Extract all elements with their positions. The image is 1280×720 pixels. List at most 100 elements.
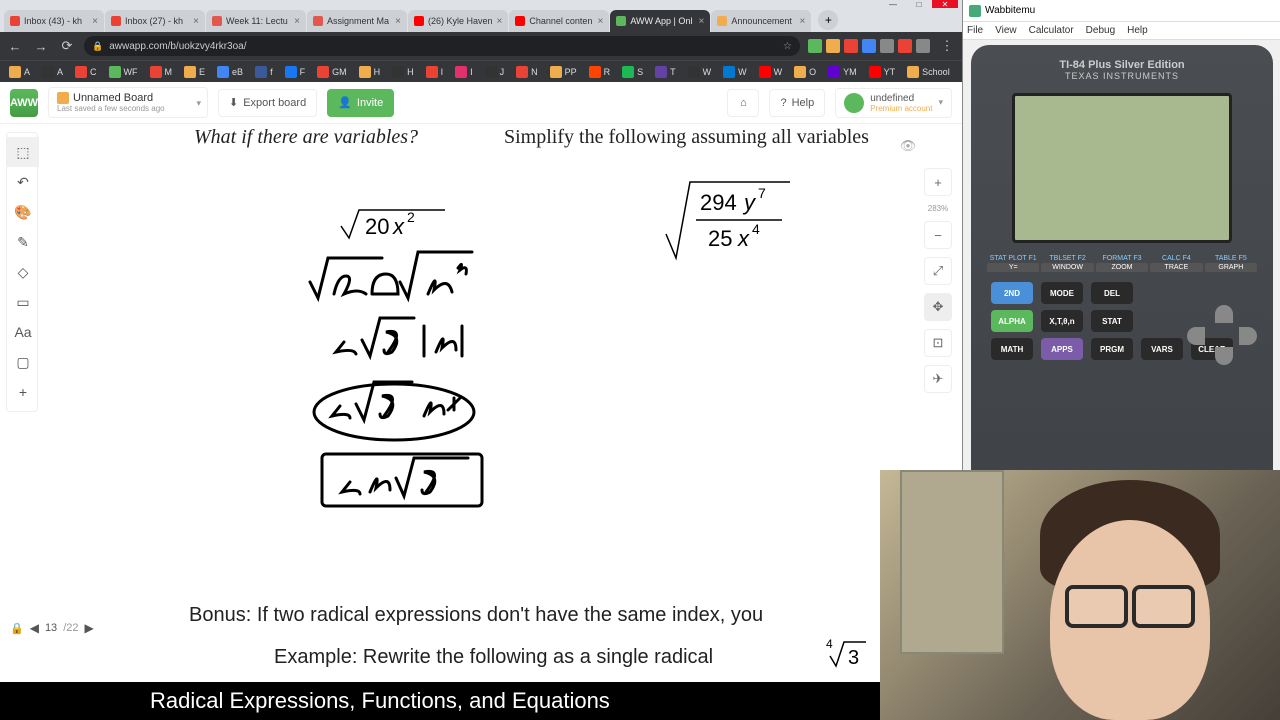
tab-close-icon[interactable]: × [193,16,199,27]
bookmark[interactable]: School [904,66,953,78]
fkey[interactable]: STAT PLOT F1Y= [987,255,1039,272]
tab-close-icon[interactable]: × [598,16,604,27]
wabbit-titlebar[interactable]: Wabbitemu [963,0,1280,22]
back-button[interactable]: ← [6,37,24,55]
reload-button[interactable]: ⟳ [58,37,76,55]
bookmark[interactable]: A [39,66,66,78]
zoom-in-button[interactable]: + [924,168,952,196]
menu-help[interactable]: Help [1127,25,1148,36]
calc-key[interactable]: MATH [991,338,1033,360]
star-icon[interactable]: ☆ [783,41,792,52]
zoom-out-button[interactable]: − [924,221,952,249]
extension-icon[interactable] [916,39,930,53]
browser-tab[interactable]: Assignment Ma× [307,10,407,32]
text-tool[interactable]: Aa [7,317,39,347]
pen-tool[interactable]: ✎ [7,227,39,257]
undo-tool[interactable]: ↶ [7,167,39,197]
extension-icon[interactable] [880,39,894,53]
close-button[interactable]: ✕ [932,0,958,8]
extension-icon[interactable] [862,39,876,53]
bookmark[interactable]: C [72,66,100,78]
menu-file[interactable]: File [967,25,983,36]
fkey[interactable]: TABLE F5GRAPH [1205,255,1257,272]
browser-tab[interactable]: Inbox (27) - kh× [105,10,205,32]
fkey[interactable]: CALC F4TRACE [1150,255,1202,272]
bookmark[interactable]: E [181,66,208,78]
pan-button[interactable]: ✥ [924,293,952,321]
bookmark[interactable]: F [282,66,309,78]
add-tool[interactable]: + [7,377,39,407]
tab-close-icon[interactable]: × [699,16,705,27]
calc-key[interactable]: VARS [1141,338,1183,360]
tab-close-icon[interactable]: × [92,16,98,27]
calc-key[interactable]: 2ND [991,282,1033,304]
new-tab-button[interactable]: + [818,10,838,30]
bookmark[interactable]: eB [214,66,246,78]
calc-key[interactable]: STAT [1091,310,1133,332]
browser-tab[interactable]: Announcement× [711,10,811,32]
maximize-button[interactable]: □ [906,0,932,8]
calc-key[interactable]: APPS [1041,338,1083,360]
app-logo[interactable]: AWW [10,89,38,117]
bookmark[interactable]: GM [314,66,350,78]
calc-key[interactable]: DEL [1091,282,1133,304]
browser-tab[interactable]: Week 11: Lectu× [206,10,306,32]
calc-key[interactable]: MODE [1041,282,1083,304]
url-field[interactable]: 🔒 awwapp.com/b/uokzvy4rkr3oa/ ☆ [84,36,800,56]
lock-icon[interactable]: 🔒 [10,622,24,635]
fullscreen-button[interactable]: ⤢ [924,257,952,285]
export-button[interactable]: ⬇Export board [218,89,317,117]
tab-close-icon[interactable]: × [395,16,401,27]
calc-key[interactable]: X,T,θ,n [1041,310,1083,332]
user-menu[interactable]: undefined Premium account ▾ [835,88,952,118]
forward-button[interactable]: → [32,37,50,55]
home-button[interactable]: ⌂ [727,89,759,117]
select-tool[interactable]: ⬚ [7,137,39,167]
extension-icon[interactable] [808,39,822,53]
bookmark[interactable]: S [619,66,646,78]
bookmark[interactable]: WF [106,66,141,78]
calc-key[interactable]: ALPHA [991,310,1033,332]
bookmark[interactable]: f [252,66,276,78]
bookmark[interactable]: N [513,66,541,78]
browser-tab[interactable]: Channel conten× [509,10,609,32]
dpad[interactable] [1187,305,1257,365]
bookmark[interactable]: PP [547,66,580,78]
postit-tool[interactable]: ▢ [7,347,39,377]
bookmark[interactable]: J [482,66,508,78]
bookmark[interactable]: YM [825,66,860,78]
next-page-button[interactable]: ▶ [84,621,93,635]
fit-button[interactable]: ⊡ [924,329,952,357]
menu-calculator[interactable]: Calculator [1029,25,1074,36]
tab-close-icon[interactable]: × [800,16,806,27]
bookmark[interactable]: R [586,66,614,78]
bookmark[interactable]: H [356,66,384,78]
bookmark[interactable]: O [791,66,819,78]
bookmark[interactable]: A [6,66,33,78]
board-name-dropdown[interactable]: Unnamed Board Last saved a few seconds a… [48,87,208,118]
bookmark[interactable]: W [756,66,786,78]
calc-key[interactable]: PRGM [1091,338,1133,360]
pointer-button[interactable]: ✈ [924,365,952,393]
help-button[interactable]: ?Help [769,89,825,117]
color-tool[interactable]: 🎨 [7,197,39,227]
tab-close-icon[interactable]: × [497,16,503,27]
browser-tab[interactable]: Inbox (43) - kh× [4,10,104,32]
extension-icon[interactable] [826,39,840,53]
eraser-tool[interactable]: ◇ [7,257,39,287]
fkey[interactable]: TBLSET F2WINDOW [1041,255,1093,272]
shape-tool[interactable]: ▭ [7,287,39,317]
bookmark[interactable]: YT [866,66,899,78]
menu-view[interactable]: View [995,25,1017,36]
invite-button[interactable]: 👤Invite [327,89,394,117]
fkey[interactable]: FORMAT F3ZOOM [1096,255,1148,272]
bookmark[interactable]: I [423,66,447,78]
bookmark[interactable]: H [389,66,417,78]
extension-icon[interactable] [898,39,912,53]
menu-button[interactable]: ⋮ [938,37,956,55]
bookmark[interactable]: W [685,66,715,78]
prev-page-button[interactable]: ◀ [30,621,39,635]
menu-debug[interactable]: Debug [1086,25,1115,36]
bookmark[interactable]: I [452,66,476,78]
calc-screen[interactable] [1012,93,1232,243]
